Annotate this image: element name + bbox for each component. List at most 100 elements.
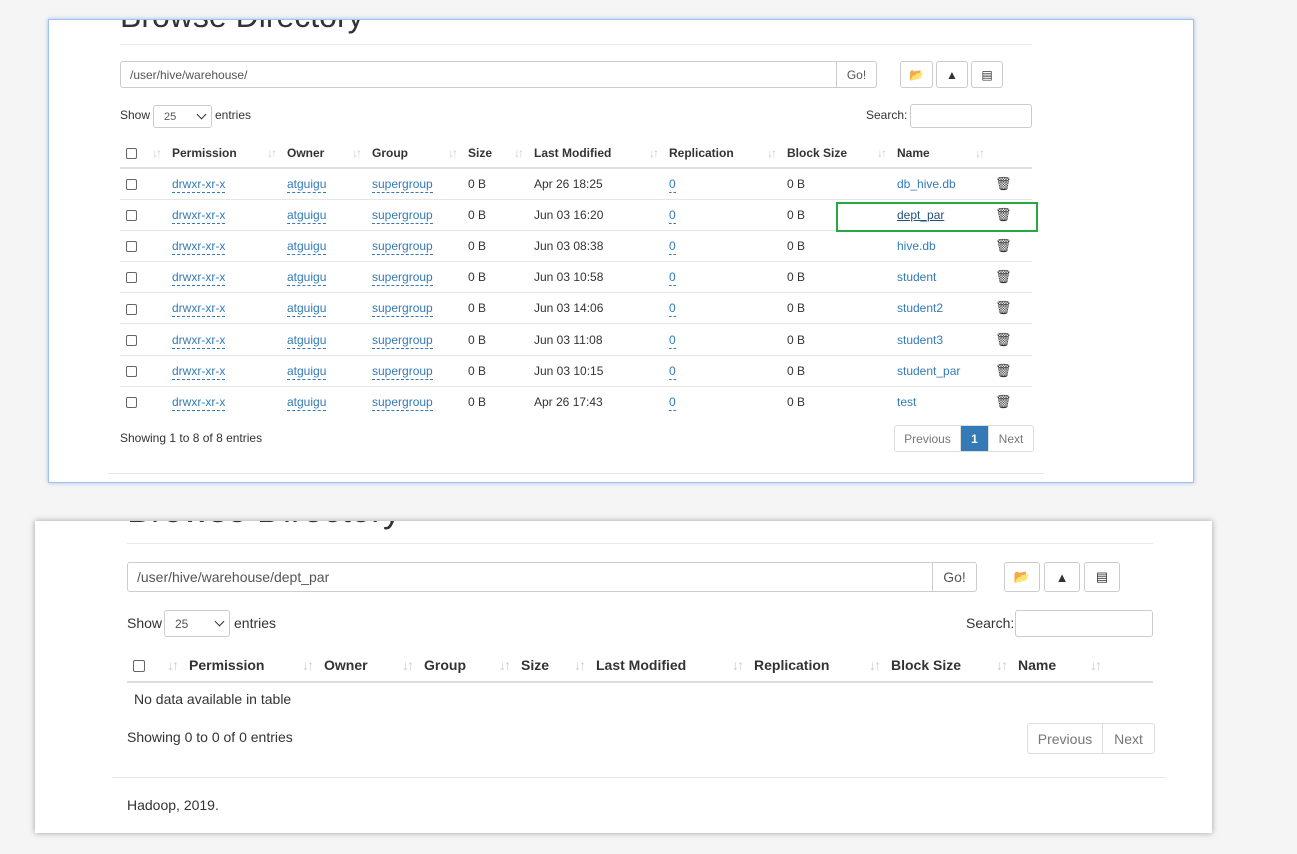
owner-link[interactable]: atguigu bbox=[287, 332, 327, 349]
create-directory-button[interactable]: 📂 bbox=[1004, 562, 1040, 592]
permission-link[interactable]: drwxr-xr-x bbox=[172, 176, 226, 193]
go-button[interactable]: Go! bbox=[836, 61, 877, 88]
group-link[interactable]: supergroup bbox=[372, 270, 433, 287]
upload-button[interactable]: ▲ bbox=[936, 61, 968, 88]
directory-link[interactable]: student3 bbox=[897, 333, 943, 347]
go-button[interactable]: Go! bbox=[932, 562, 977, 592]
replication-link[interactable]: 0 bbox=[669, 301, 676, 318]
select-all-checkbox[interactable] bbox=[133, 659, 145, 672]
owner-link[interactable]: atguigu bbox=[287, 238, 327, 255]
previous-button[interactable]: Previous bbox=[1028, 724, 1102, 753]
group-link[interactable]: supergroup bbox=[372, 332, 433, 349]
cut-paste-button[interactable]: ▤ bbox=[971, 61, 1003, 88]
cloud-upload-icon: ▲ bbox=[1055, 569, 1069, 585]
page-size-select[interactable]: 25 bbox=[164, 610, 230, 637]
next-button[interactable]: Next bbox=[1102, 724, 1154, 753]
trash-icon[interactable]: 🗑 bbox=[995, 332, 1012, 347]
column-replication[interactable]: Replication ↓↑ bbox=[748, 648, 885, 683]
select-all-checkbox[interactable] bbox=[126, 147, 137, 159]
group-link[interactable]: supergroup bbox=[372, 238, 433, 255]
next-button[interactable]: Next bbox=[988, 426, 1033, 451]
select-all-header[interactable]: ↓↑ bbox=[120, 138, 166, 169]
column-group[interactable]: Group ↓↑ bbox=[418, 648, 515, 683]
table-row: drwxr-xr-x atguigu supergroup 0 B Jun 03 08:… bbox=[120, 229, 1032, 262]
owner-link[interactable]: atguigu bbox=[287, 363, 327, 380]
column-owner[interactable]: Owner ↓↑ bbox=[318, 648, 418, 683]
row-checkbox[interactable] bbox=[126, 210, 137, 222]
permission-link[interactable]: drwxr-xr-x bbox=[172, 238, 226, 255]
trash-icon[interactable]: 🗑 bbox=[995, 300, 1012, 315]
replication-link[interactable]: 0 bbox=[669, 395, 676, 412]
group-link[interactable]: supergroup bbox=[372, 301, 433, 318]
column-owner[interactable]: Owner ↓↑ bbox=[281, 138, 366, 169]
replication-link[interactable]: 0 bbox=[669, 207, 676, 224]
select-all-header[interactable]: ↓↑ bbox=[127, 648, 183, 683]
path-input[interactable]: /user/hive/warehouse/ bbox=[120, 61, 837, 88]
block-size-cell: 0 B bbox=[781, 354, 891, 387]
last-modified-cell: Apr 26 18:25 bbox=[534, 176, 603, 191]
column-block-size[interactable]: Block Size ↓↑ bbox=[885, 648, 1012, 683]
permission-link[interactable]: drwxr-xr-x bbox=[172, 395, 226, 412]
trash-icon[interactable]: 🗑 bbox=[995, 238, 1012, 253]
row-checkbox[interactable] bbox=[126, 366, 137, 378]
group-link[interactable]: supergroup bbox=[372, 395, 433, 412]
trash-icon[interactable]: 🗑 bbox=[995, 363, 1012, 378]
column-name[interactable]: Name ↓↑ bbox=[891, 138, 989, 169]
trash-icon[interactable]: 🗑 bbox=[995, 176, 1012, 191]
owner-link[interactable]: atguigu bbox=[287, 301, 327, 318]
upload-button[interactable]: ▲ bbox=[1044, 562, 1080, 592]
column-block-size[interactable]: Block Size ↓↑ bbox=[781, 138, 891, 169]
column-last-modified[interactable]: Last Modified ↓↑ bbox=[528, 138, 663, 169]
row-checkbox[interactable] bbox=[126, 397, 137, 409]
directory-link[interactable]: student2 bbox=[897, 301, 943, 315]
column-last-modified[interactable]: Last Modified ↓↑ bbox=[590, 648, 748, 683]
page-size-select[interactable]: 25 bbox=[153, 105, 212, 128]
directory-link[interactable]: test bbox=[897, 395, 916, 409]
replication-link[interactable]: 0 bbox=[669, 332, 676, 349]
column-permission[interactable]: Permission ↓↑ bbox=[183, 648, 318, 683]
row-checkbox[interactable] bbox=[126, 272, 137, 284]
trash-icon[interactable]: 🗑 bbox=[995, 269, 1012, 284]
owner-link[interactable]: atguigu bbox=[287, 270, 327, 287]
directory-link[interactable]: hive.db bbox=[897, 239, 936, 253]
group-link[interactable]: supergroup bbox=[372, 363, 433, 380]
group-link[interactable]: supergroup bbox=[372, 207, 433, 224]
search-input[interactable] bbox=[910, 104, 1032, 128]
column-group[interactable]: Group ↓↑ bbox=[366, 138, 462, 169]
replication-link[interactable]: 0 bbox=[669, 270, 676, 287]
directory-link[interactable]: student bbox=[897, 270, 936, 284]
owner-link[interactable]: atguigu bbox=[287, 176, 327, 193]
column-permission[interactable]: Permission ↓↑ bbox=[166, 138, 281, 169]
column-replication[interactable]: Replication ↓↑ bbox=[663, 138, 781, 169]
permission-link[interactable]: drwxr-xr-x bbox=[172, 270, 226, 287]
sort-icon: ↓↑ bbox=[732, 656, 744, 673]
group-link[interactable]: supergroup bbox=[372, 176, 433, 193]
page-1-button[interactable]: 1 bbox=[960, 426, 988, 451]
replication-link[interactable]: 0 bbox=[669, 238, 676, 255]
permission-link[interactable]: drwxr-xr-x bbox=[172, 363, 226, 380]
trash-icon[interactable]: 🗑 bbox=[995, 394, 1012, 409]
permission-link[interactable]: drwxr-xr-x bbox=[172, 207, 226, 224]
row-checkbox[interactable] bbox=[126, 303, 137, 315]
directory-link[interactable]: student_par bbox=[897, 364, 960, 378]
create-directory-button[interactable]: 📂 bbox=[900, 61, 933, 88]
search-input[interactable] bbox=[1015, 610, 1153, 637]
row-checkbox[interactable] bbox=[126, 241, 137, 253]
replication-link[interactable]: 0 bbox=[669, 363, 676, 380]
directory-link[interactable]: db_hive.db bbox=[897, 177, 956, 191]
replication-link[interactable]: 0 bbox=[669, 176, 676, 193]
owner-link[interactable]: atguigu bbox=[287, 395, 327, 412]
row-checkbox[interactable] bbox=[126, 179, 137, 191]
path-input[interactable]: /user/hive/warehouse/dept_par bbox=[127, 562, 933, 592]
previous-button[interactable]: Previous bbox=[895, 426, 960, 451]
row-checkbox[interactable] bbox=[126, 334, 137, 346]
owner-link[interactable]: atguigu bbox=[287, 207, 327, 224]
permission-link[interactable]: drwxr-xr-x bbox=[172, 301, 226, 318]
cut-paste-button[interactable]: ▤ bbox=[1084, 562, 1120, 592]
column-size[interactable]: Size ↓↑ bbox=[462, 138, 528, 169]
column-size[interactable]: Size ↓↑ bbox=[515, 648, 590, 683]
column-name[interactable]: Name ↓↑ bbox=[1012, 648, 1106, 683]
column-label: Group bbox=[424, 656, 466, 673]
permission-link[interactable]: drwxr-xr-x bbox=[172, 332, 226, 349]
show-label: Show bbox=[120, 108, 151, 122]
